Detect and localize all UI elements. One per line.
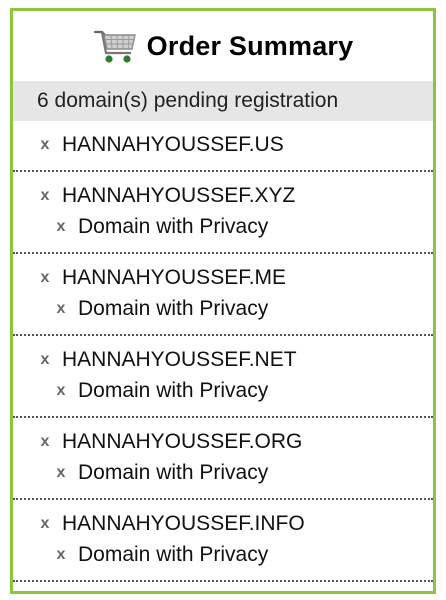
remove-addon-button[interactable]: x <box>53 218 69 235</box>
domain-name: HANNAHYOUSSEF.ORG <box>62 429 303 453</box>
addon-label: Domain with Privacy <box>78 296 269 320</box>
remove-domain-button[interactable]: x <box>37 269 53 286</box>
domain-item: x HANNAHYOUSSEF.ORG x Domain with Privacy <box>13 418 433 500</box>
domain-item: x HANNAHYOUSSEF.NET x Domain with Privacy <box>13 336 433 418</box>
domain-row: x HANNAHYOUSSEF.NET <box>13 344 433 375</box>
remove-domain-button[interactable]: x <box>37 351 53 368</box>
domain-item: x HANNAHYOUSSEF.ME x Domain with Privacy <box>13 254 433 336</box>
domain-name: HANNAHYOUSSEF.ME <box>62 265 287 289</box>
domain-name: HANNAHYOUSSEF.XYZ <box>62 183 296 207</box>
domain-name: HANNAHYOUSSEF.INFO <box>62 511 305 535</box>
addon-label: Domain with Privacy <box>78 542 269 566</box>
pending-registration-bar: 6 domain(s) pending registration <box>13 81 433 121</box>
remove-domain-button[interactable]: x <box>37 515 53 532</box>
page-title: Order Summary <box>146 30 354 61</box>
addon-label: Domain with Privacy <box>78 378 269 402</box>
domain-item: x HANNAHYOUSSEF.XYZ x Domain with Privacy <box>13 172 433 254</box>
addon-label: Domain with Privacy <box>78 460 269 484</box>
domain-list: x HANNAHYOUSSEF.US x HANNAHYOUSSEF.XYZ x Doma… <box>13 121 433 582</box>
domain-row: x HANNAHYOUSSEF.XYZ <box>13 180 433 211</box>
addon-row: x Domain with Privacy <box>13 539 433 570</box>
shopping-cart-icon <box>93 26 139 66</box>
addon-row: x Domain with Privacy <box>13 211 433 242</box>
domain-item: x HANNAHYOUSSEF.INFO x Domain with Privacy <box>13 500 433 582</box>
domain-name: HANNAHYOUSSEF.US <box>62 132 284 156</box>
addon-row: x Domain with Privacy <box>13 457 433 488</box>
remove-domain-button[interactable]: x <box>37 433 53 450</box>
remove-addon-button[interactable]: x <box>53 300 69 317</box>
pending-registration-text: 6 domain(s) pending registration <box>37 89 339 112</box>
domain-row: x HANNAHYOUSSEF.ORG <box>13 426 433 457</box>
remove-domain-button[interactable]: x <box>37 187 53 204</box>
addon-label: Domain with Privacy <box>78 214 269 238</box>
domain-row: x HANNAHYOUSSEF.US <box>13 129 433 160</box>
order-summary-header: Order Summary <box>13 11 433 81</box>
remove-addon-button[interactable]: x <box>53 464 69 481</box>
domain-item: x HANNAHYOUSSEF.US <box>13 121 433 172</box>
remove-domain-button[interactable]: x <box>37 136 53 153</box>
remove-addon-button[interactable]: x <box>53 546 69 563</box>
addon-row: x Domain with Privacy <box>13 293 433 324</box>
order-summary-panel: Order Summary 6 domain(s) pending regist… <box>10 8 436 594</box>
domain-name: HANNAHYOUSSEF.NET <box>62 347 297 371</box>
remove-addon-button[interactable]: x <box>53 382 69 399</box>
domain-row: x HANNAHYOUSSEF.ME <box>13 262 433 293</box>
domain-row: x HANNAHYOUSSEF.INFO <box>13 508 433 539</box>
addon-row: x Domain with Privacy <box>13 375 433 406</box>
